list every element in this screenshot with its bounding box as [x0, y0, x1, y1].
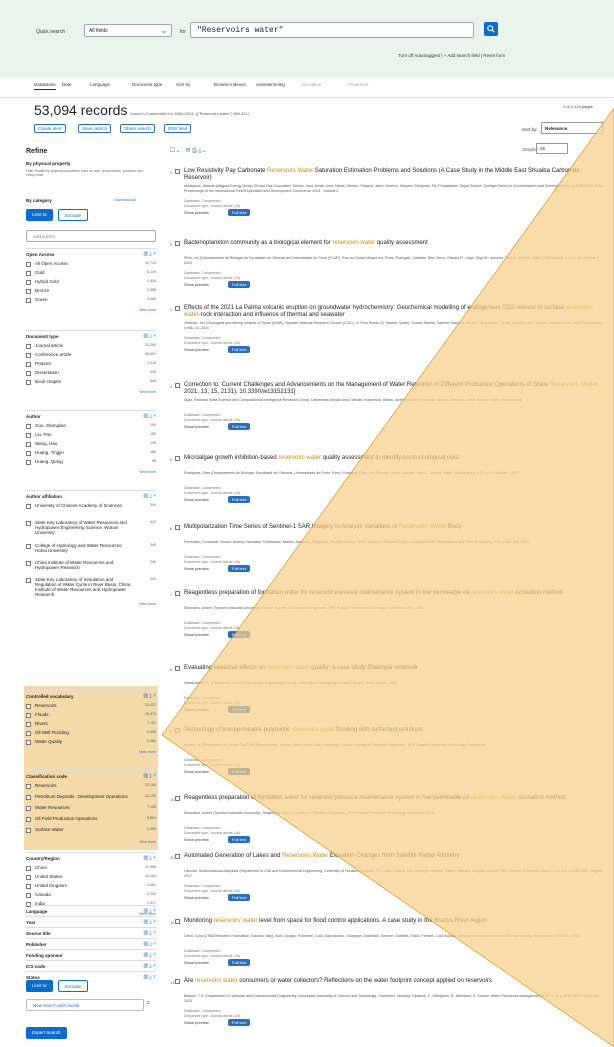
overlay-highlight [161, 107, 614, 1047]
